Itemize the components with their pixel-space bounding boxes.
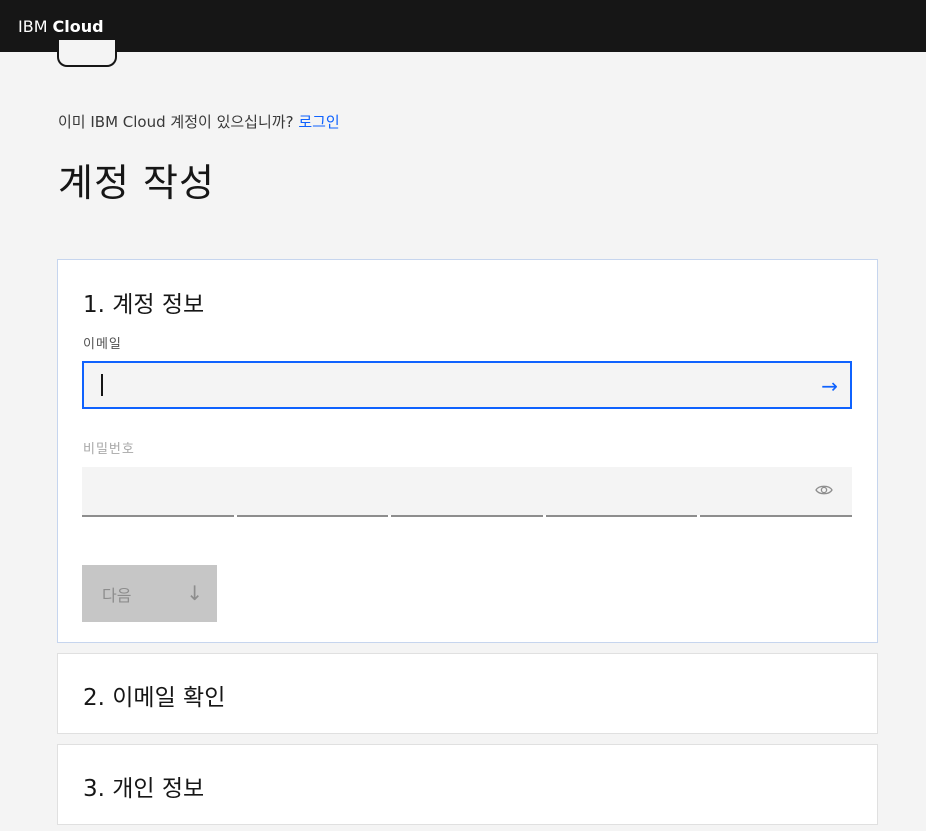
step-title: 3. 개인 정보 bbox=[83, 776, 205, 802]
top-header: IBM Cloud bbox=[0, 0, 926, 52]
eye-icon[interactable] bbox=[815, 484, 833, 496]
step-title: 1. 계정 정보 bbox=[83, 292, 205, 318]
logo-placeholder bbox=[57, 40, 117, 67]
step-title: 2. 이메일 확인 bbox=[83, 685, 226, 711]
email-label: 이메일 bbox=[83, 337, 122, 352]
email-input[interactable]: → bbox=[82, 361, 852, 409]
password-label: 비밀번호 bbox=[83, 442, 135, 457]
step-account-info: 1. 계정 정보 이메일 → 비밀번호 다음 ↓ bbox=[57, 259, 878, 643]
signin-prompt: 이미 IBM Cloud 계정이 있으십니까? bbox=[58, 113, 294, 131]
strength-segment bbox=[545, 515, 698, 517]
next-button-label: 다음 bbox=[102, 585, 132, 605]
brand-cloud[interactable]: Cloud bbox=[53, 17, 104, 36]
next-button[interactable]: 다음 ↓ bbox=[82, 565, 217, 622]
strength-segment bbox=[700, 515, 852, 517]
step-email-verification[interactable]: 2. 이메일 확인 bbox=[57, 653, 878, 734]
strength-segment bbox=[391, 515, 543, 517]
page-title: 계정 작성 bbox=[58, 161, 215, 205]
step-personal-info[interactable]: 3. 개인 정보 bbox=[57, 744, 878, 825]
signin-prompt-line: 이미 IBM Cloud 계정이 있으십니까? 로그인 bbox=[58, 111, 340, 132]
strength-segment bbox=[82, 515, 234, 517]
arrow-right-icon[interactable]: → bbox=[821, 374, 838, 398]
password-strength-meter bbox=[82, 515, 852, 517]
login-link[interactable]: 로그인 bbox=[298, 113, 339, 131]
text-caret bbox=[101, 374, 103, 396]
arrow-down-icon: ↓ bbox=[186, 581, 203, 605]
brand-ibm[interactable]: IBM bbox=[18, 17, 48, 36]
strength-segment bbox=[236, 515, 389, 517]
password-input[interactable] bbox=[82, 467, 852, 515]
